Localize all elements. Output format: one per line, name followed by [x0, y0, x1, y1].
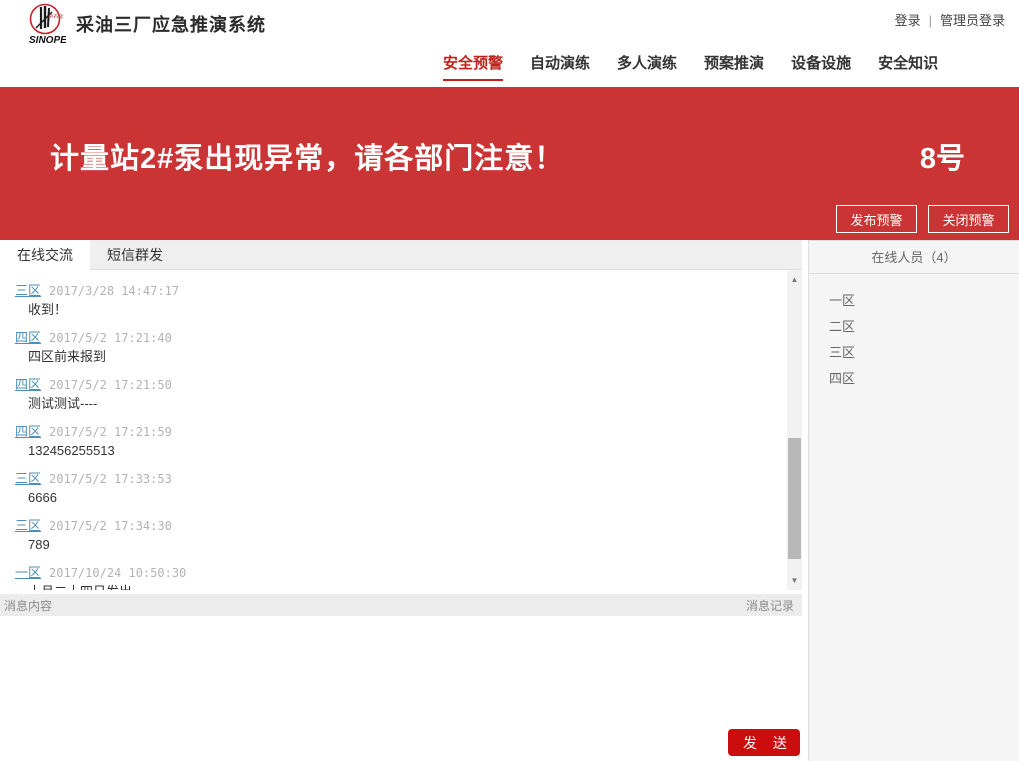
brand: 中石化 SINOPEC 采油三厂应急推演系统 [28, 2, 266, 45]
list-item-zone-2[interactable]: 二区 [829, 314, 1019, 340]
message-record-link[interactable]: 消息记录 [746, 597, 794, 614]
scrollbar-thumb[interactable] [788, 438, 801, 559]
online-member-list: 一区 二区 三区 四区 [809, 274, 1019, 392]
message-content: 测试测试---- [15, 395, 778, 412]
message-time: 2017/5/2 17:21:50 [49, 378, 172, 392]
nav-tab-multiplayer-drill[interactable]: 多人演练 [617, 52, 677, 81]
message-time: 2017/10/24 10:50:30 [49, 566, 186, 580]
send-button[interactable]: 发 送 [728, 729, 800, 756]
svg-text:SINOPEC: SINOPEC [29, 35, 66, 45]
chat-message: 三区 2017/5/2 17:34:30 789 [15, 517, 778, 553]
message-sender[interactable]: 一区 [15, 565, 41, 580]
alert-well-number: 8号 [920, 135, 965, 177]
message-sender[interactable]: 四区 [15, 330, 41, 345]
nav-tab-auto-drill[interactable]: 自动演练 [530, 52, 590, 81]
chat-message: 四区 2017/5/2 17:21:50 测试测试---- [15, 376, 778, 412]
auth-links: 登录 | 管理员登录 [895, 10, 1005, 29]
online-panel: 在线人员（4） 一区 二区 三区 四区 [808, 240, 1019, 761]
chat-message: 三区 2017/5/2 17:33:53 6666 [15, 470, 778, 506]
message-content: 6666 [15, 489, 778, 506]
message-time: 2017/5/2 17:34:30 [49, 519, 172, 533]
message-sender[interactable]: 三区 [15, 471, 41, 486]
chat-message: 三区 2017/3/28 14:47:17 收到！ [15, 282, 778, 318]
sinopec-logo-icon: 中石化 SINOPEC [28, 2, 66, 45]
message-time: 2017/3/28 14:47:17 [49, 284, 179, 298]
message-content: 收到！ [15, 301, 778, 318]
message-time: 2017/5/2 17:21:59 [49, 425, 172, 439]
chat-scrollbar[interactable]: ▲ ▼ [787, 270, 802, 590]
main-nav: 安全预警 自动演练 多人演练 预案推演 设备设施 安全知识 [443, 52, 938, 81]
message-sender[interactable]: 四区 [15, 424, 41, 439]
alert-buttons: 发布预警 关闭预警 [836, 205, 1009, 233]
tab-online-chat[interactable]: 在线交流 [0, 240, 90, 270]
chat-panel: 在线交流 短信群发 三区 2017/3/28 14:47:17 收到！ 四区 201… [0, 240, 802, 761]
chat-message-list[interactable]: 三区 2017/3/28 14:47:17 收到！ 四区 2017/5/2 17:2… [0, 270, 802, 590]
nav-tab-safety-knowledge[interactable]: 安全知识 [878, 52, 938, 81]
message-content: 四区前来报到 [15, 348, 778, 365]
nav-tab-plan-deduction[interactable]: 预案推演 [704, 52, 764, 81]
chat-tabs: 在线交流 短信群发 [0, 240, 802, 270]
nav-tab-safety-alert[interactable]: 安全预警 [443, 52, 503, 81]
list-item-zone-3[interactable]: 三区 [829, 340, 1019, 366]
svg-text:中石化: 中石化 [48, 13, 64, 20]
alert-row: 计量站2#泵出现异常，请各部门注意！ 8号 [0, 135, 1019, 177]
list-item-zone-4[interactable]: 四区 [829, 366, 1019, 392]
message-sender[interactable]: 三区 [15, 283, 41, 298]
message-time: 2017/5/2 17:21:40 [49, 331, 172, 345]
scroll-up-icon[interactable]: ▲ [787, 272, 802, 287]
message-content: 十月二十四日发出 [15, 583, 778, 590]
publish-alert-button[interactable]: 发布预警 [836, 205, 917, 233]
nav-tab-equipment[interactable]: 设备设施 [791, 52, 851, 81]
message-sender[interactable]: 三区 [15, 518, 41, 533]
chat-message: 四区 2017/5/2 17:21:40 四区前来报到 [15, 329, 778, 365]
chat-message: 一区 2017/10/24 10:50:30 十月二十四日发出 [15, 564, 778, 590]
login-link[interactable]: 登录 [895, 13, 921, 28]
tab-sms-broadcast[interactable]: 短信群发 [90, 240, 180, 270]
message-input[interactable] [0, 616, 802, 761]
top-header: 中石化 SINOPEC 采油三厂应急推演系统 登录 | 管理员登录 [0, 0, 1019, 45]
alert-message: 计量站2#泵出现异常，请各部门注意！ [50, 135, 564, 177]
admin-login-link[interactable]: 管理员登录 [940, 13, 1005, 28]
message-sender[interactable]: 四区 [15, 377, 41, 392]
message-content-label: 消息内容 [4, 597, 52, 614]
message-content: 789 [15, 536, 778, 553]
chat-message: 四区 2017/5/2 17:21:59 132456255513 [15, 423, 778, 459]
message-time: 2017/5/2 17:33:53 [49, 472, 172, 486]
message-input-area: 发 送 [0, 616, 802, 761]
online-panel-title: 在线人员（4） [809, 241, 1019, 274]
page: 中石化 SINOPEC 采油三厂应急推演系统 登录 | 管理员登录 安全预警 自动演… [0, 0, 1019, 761]
auth-separator: | [929, 13, 932, 28]
app-title: 采油三厂应急推演系统 [76, 11, 266, 37]
list-item-zone-1[interactable]: 一区 [829, 288, 1019, 314]
content: 在线交流 短信群发 三区 2017/3/28 14:47:17 收到！ 四区 201… [0, 240, 1019, 761]
alert-banner: 计量站2#泵出现异常，请各部门注意！ 8号 发布预警 关闭预警 [0, 87, 1019, 240]
scroll-down-icon[interactable]: ▼ [787, 573, 802, 588]
message-toolbar: 消息内容 消息记录 [0, 594, 802, 616]
close-alert-button[interactable]: 关闭预警 [928, 205, 1009, 233]
message-content: 132456255513 [15, 442, 778, 459]
